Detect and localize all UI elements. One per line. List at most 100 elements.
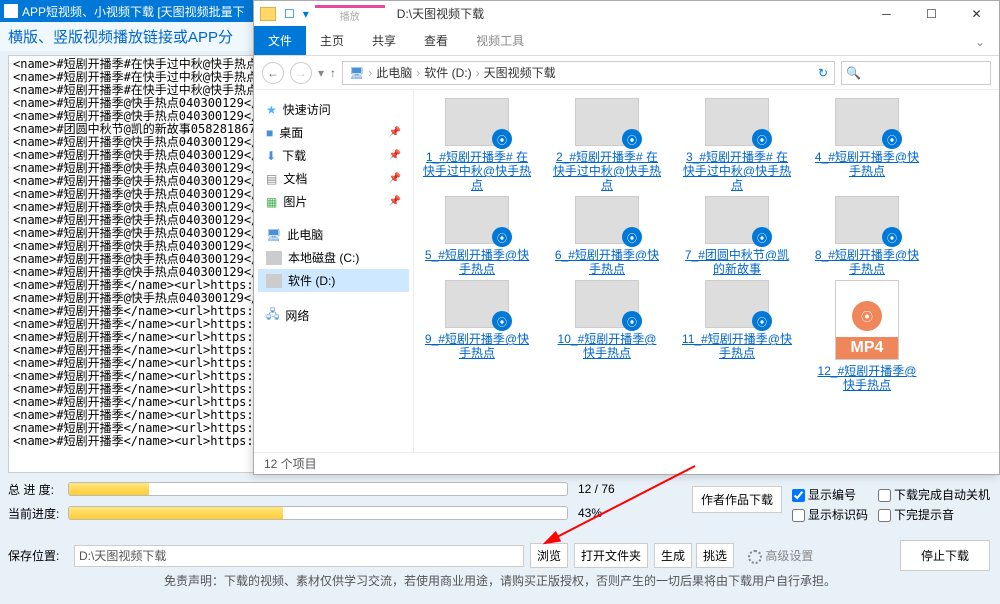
play-badge-icon: ⦿ xyxy=(752,311,772,331)
pc-icon: 🖥 xyxy=(349,66,364,80)
file-explorer-window: ☐ ▾ 播放 D:\天图视频下载 ─ ☐ ✕ 文件 主页 共享 查看 视频工具 … xyxy=(253,0,1000,475)
refresh-icon[interactable]: ↻ xyxy=(818,66,828,80)
tab-view[interactable]: 查看 xyxy=(410,26,462,55)
doc-icon: ▤ xyxy=(266,172,277,186)
mp4-icon: ⦿MP4 xyxy=(835,280,899,360)
save-path-input[interactable] xyxy=(74,545,524,567)
stop-download-button[interactable]: 停止下载 xyxy=(900,540,990,571)
minimize-button[interactable]: ─ xyxy=(864,4,909,24)
save-path-label: 保存位置: xyxy=(8,547,68,564)
video-thumbnail: ⦿ xyxy=(445,98,509,146)
sidebar-documents[interactable]: ▤文档📌 xyxy=(258,167,409,190)
nav-history-icon[interactable]: ▾ xyxy=(318,66,324,80)
play-badge-icon: ⦿ xyxy=(622,227,642,247)
play-badge-icon: ⦿ xyxy=(622,311,642,331)
gear-icon xyxy=(748,550,762,564)
app-title: APP短视频、小视频下载 [天图视频批量下 xyxy=(22,3,245,20)
advanced-settings-link[interactable]: 高级设置 xyxy=(748,547,813,564)
play-badge-icon: ⦿ xyxy=(492,311,512,331)
explorer-status-bar: 12 个项目 xyxy=(254,452,999,474)
file-item[interactable]: ⦿7_#团圆中秋节@凯的新故事 xyxy=(682,196,792,276)
file-item[interactable]: ⦿4_#短剧开播季@快手热点 xyxy=(812,98,922,192)
sidebar-network[interactable]: 🖧网络 xyxy=(258,302,409,329)
pin-icon: 📌 xyxy=(389,196,401,207)
file-item[interactable]: ⦿5_#短剧开播季@快手热点 xyxy=(422,196,532,276)
nav-forward-button[interactable]: → xyxy=(290,62,312,84)
file-item[interactable]: ⦿MP412_#短剧开播季@快手热点 xyxy=(812,280,922,392)
show-number-checkbox[interactable]: 显示编号 xyxy=(792,486,868,504)
file-item[interactable]: ⦿6_#短剧开播季@快手热点 xyxy=(552,196,662,276)
tab-video-tools[interactable]: 视频工具 xyxy=(462,26,538,55)
file-item[interactable]: ⦿11_#短剧开播季@快手热点 xyxy=(682,280,792,392)
nav-back-button[interactable]: ← xyxy=(262,62,284,84)
video-thumbnail: ⦿ xyxy=(835,98,899,146)
current-progress-bar xyxy=(68,506,568,520)
explorer-sidebar: ★快速访问 ■桌面📌 ⬇下载📌 ▤文档📌 ▦图片📌 🖥此电脑 本地磁盘 (C:)… xyxy=(254,90,414,452)
video-thumbnail: ⦿ xyxy=(445,196,509,244)
open-folder-button[interactable]: 打开文件夹 xyxy=(574,543,648,568)
tab-share[interactable]: 共享 xyxy=(358,26,410,55)
close-button[interactable]: ✕ xyxy=(954,4,999,24)
video-thumbnail: ⦿ xyxy=(575,280,639,328)
maximize-button[interactable]: ☐ xyxy=(909,4,954,24)
generate-button[interactable]: 生成 xyxy=(654,543,692,568)
file-item[interactable]: ⦿9_#短剧开播季@快手热点 xyxy=(422,280,532,392)
pc-icon: 🖥 xyxy=(266,228,281,242)
sound-checkbox[interactable]: 下完提示音 xyxy=(878,506,990,524)
tab-file[interactable]: 文件 xyxy=(254,26,306,55)
total-progress-bar xyxy=(68,482,568,496)
pin-icon: 📌 xyxy=(389,150,401,161)
network-icon: 🖧 xyxy=(266,305,279,326)
disclaimer-text: 免责声明：下载的视频、素材仅供学习交流，若使用商业用途，请购买正版授权，否则产生… xyxy=(0,572,1000,589)
play-badge-icon: ⦿ xyxy=(492,227,512,247)
sidebar-disk-d[interactable]: 软件 (D:) xyxy=(258,269,409,292)
explorer-title: D:\天图视频下载 xyxy=(385,5,864,22)
current-progress-text: 43% xyxy=(578,506,648,520)
search-input[interactable]: 🔍 xyxy=(841,61,991,85)
nav-up-button[interactable]: ↑ xyxy=(330,66,336,80)
sidebar-this-pc[interactable]: 🖥此电脑 xyxy=(258,223,409,246)
pic-icon: ▦ xyxy=(266,195,277,209)
file-view[interactable]: ⦿1_#短剧开播季# 在快手过中秋@快手热点⦿2_#短剧开播季# 在快手过中秋@… xyxy=(414,90,999,452)
show-code-checkbox[interactable]: 显示标识码 xyxy=(792,506,868,524)
file-item[interactable]: ⦿8_#短剧开播季@快手热点 xyxy=(812,196,922,276)
video-thumbnail: ⦿ xyxy=(705,196,769,244)
disk-icon xyxy=(266,274,282,288)
play-badge-icon: ⦿ xyxy=(882,227,902,247)
app-icon xyxy=(4,4,18,18)
browse-button[interactable]: 浏览 xyxy=(530,543,568,568)
folder-icon xyxy=(260,7,276,21)
star-icon: ★ xyxy=(266,103,277,117)
file-item[interactable]: ⦿3_#短剧开播季# 在快手过中秋@快手热点 xyxy=(682,98,792,192)
play-badge-icon: ⦿ xyxy=(622,129,642,149)
video-thumbnail: ⦿ xyxy=(705,98,769,146)
sidebar-pictures[interactable]: ▦图片📌 xyxy=(258,190,409,213)
pin-icon: 📌 xyxy=(389,173,401,184)
file-item[interactable]: ⦿1_#短剧开播季# 在快手过中秋@快手热点 xyxy=(422,98,532,192)
breadcrumb-bar[interactable]: 🖥 › 此电脑 › 软件 (D:) › 天图视频下载 ↻ xyxy=(342,61,835,85)
video-thumbnail: ⦿ xyxy=(835,196,899,244)
current-progress-label: 当前进度: xyxy=(8,505,68,522)
author-works-button[interactable]: 作者作品下载 xyxy=(692,486,782,513)
search-icon: 🔍 xyxy=(846,66,861,80)
download-icon: ⬇ xyxy=(266,149,276,163)
total-progress-label: 总 进 度: xyxy=(8,481,68,498)
ribbon-expand-icon[interactable]: ⌄ xyxy=(961,29,999,55)
pin-icon: 📌 xyxy=(389,127,401,138)
sidebar-downloads[interactable]: ⬇下载📌 xyxy=(258,144,409,167)
auto-shutdown-checkbox[interactable]: 下载完成自动关机 xyxy=(878,486,990,504)
tab-home[interactable]: 主页 xyxy=(306,26,358,55)
video-thumbnail: ⦿ xyxy=(575,196,639,244)
play-badge-icon: ⦿ xyxy=(492,129,512,149)
total-progress-text: 12 / 76 xyxy=(578,482,648,496)
qat-icon[interactable]: ☐ xyxy=(284,7,295,21)
sidebar-disk-c[interactable]: 本地磁盘 (C:) xyxy=(258,246,409,269)
sidebar-desktop[interactable]: ■桌面📌 xyxy=(258,121,409,144)
play-badge-icon: ⦿ xyxy=(752,227,772,247)
qat-icon[interactable]: ▾ xyxy=(303,7,309,21)
file-item[interactable]: ⦿10_#短剧开播季@快手热点 xyxy=(552,280,662,392)
file-item[interactable]: ⦿2_#短剧开播季# 在快手过中秋@快手热点 xyxy=(552,98,662,192)
sidebar-quick-access[interactable]: ★快速访问 xyxy=(258,98,409,121)
pick-button[interactable]: 挑选 xyxy=(696,543,734,568)
play-badge-icon: ⦿ xyxy=(882,129,902,149)
